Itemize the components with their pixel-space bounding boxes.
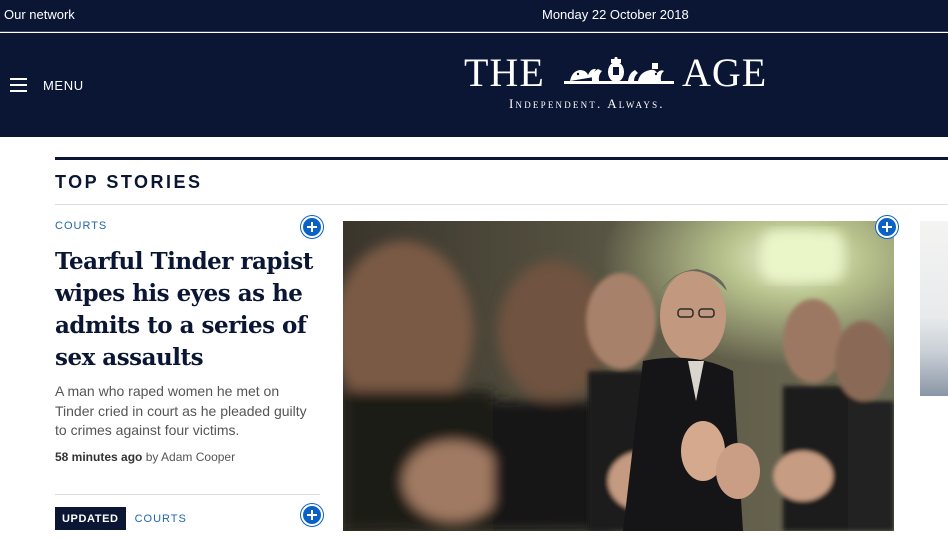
menu-button[interactable]: MENU [10,75,84,95]
plus-icon [307,222,317,232]
lead-story-photo[interactable] [343,221,894,531]
top-bar: Our network Monday 22 October 2018 [0,0,948,32]
lead-story: COURTS Tearful Tinder rapist wipes his e… [55,220,320,464]
plus-icon [307,510,317,520]
menu-label: MENU [43,77,84,93]
current-date: Monday 22 October 2018 [542,7,689,22]
story-summary: A man who raped women he met on Tinder c… [55,383,307,438]
hamburger-icon [10,78,27,92]
section-top-rule [55,157,948,160]
our-network-link[interactable]: Our network [4,7,75,22]
logo-word-age: AGE [682,50,768,95]
logo-tagline: Independent. Always. [509,96,665,111]
save-photo-story-button[interactable] [876,216,898,238]
save-second-story-button[interactable] [301,504,323,526]
masthead: MENU THE AGE Independent. Always. [0,33,948,137]
updated-badge: UPDATED [55,507,126,530]
section-divider [55,204,948,205]
the-age-logo[interactable]: THE AGE Independent. Always. [464,51,774,115]
second-story-category-link[interactable]: COURTS [135,513,187,525]
story-byline[interactable]: by Adam Cooper [146,450,235,464]
section-title: TOP STORIES [55,172,203,192]
save-story-button[interactable] [301,216,323,238]
second-story: UPDATED COURTS [55,507,187,530]
logo-word-the: THE [464,50,545,95]
story-timestamp: 58 minutes ago [55,449,143,464]
story-meta: 58 minutes ago by Adam Cooper [55,450,320,464]
plus-icon [882,222,892,232]
story-category-link[interactable]: COURTS [55,220,320,232]
coat-of-arms-icon [564,57,674,84]
next-story-photo[interactable] [920,221,948,396]
story-headline[interactable]: Tearful Tinder rapist wipes his eyes as … [55,246,320,374]
audience-clapping-photo [343,221,894,531]
story-divider [55,494,320,495]
